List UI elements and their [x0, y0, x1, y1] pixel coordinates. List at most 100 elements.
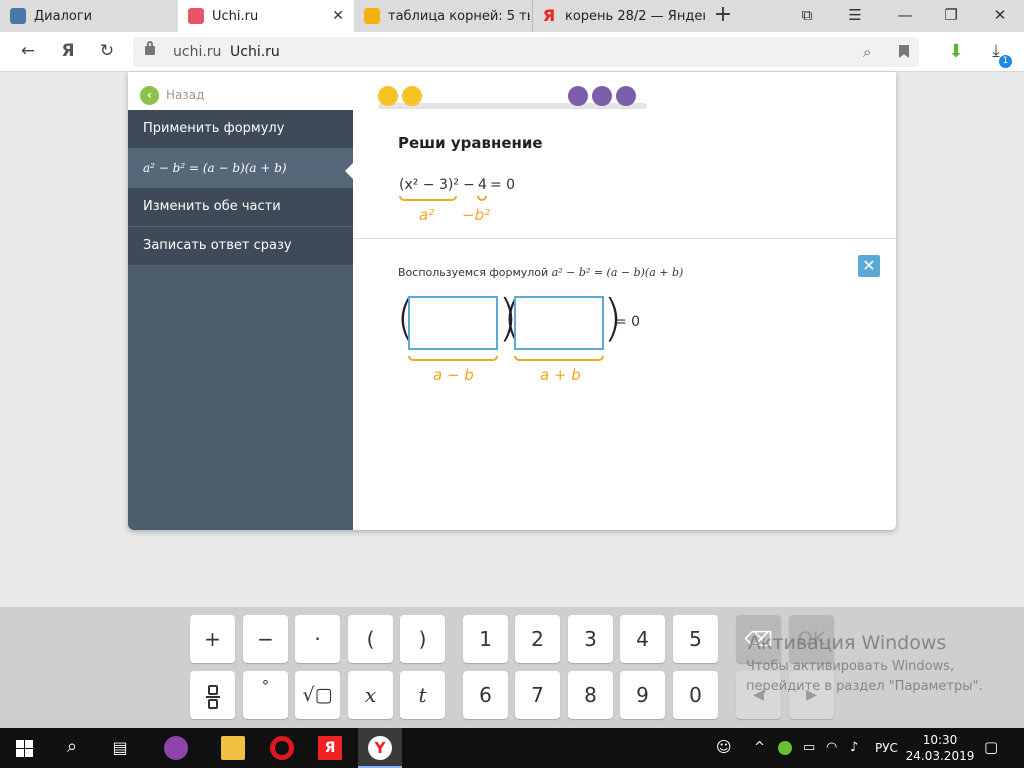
fraction-icon	[205, 684, 220, 710]
activation-line-3: перейдите в раздел "Параметры".	[746, 679, 983, 694]
search-icon[interactable]: ⌕	[863, 43, 871, 61]
notifications-icon[interactable]: ▢	[984, 738, 998, 756]
brace-a-squared	[399, 196, 457, 201]
label-minus-b-squared: −b²	[462, 206, 491, 224]
url-field[interactable]: uchi.ru Uchi.ru ⌕	[133, 37, 919, 67]
activation-watermark-title: Активация Windows	[748, 632, 947, 654]
menu-icon[interactable]: ☰	[845, 6, 865, 24]
image-icon	[364, 8, 380, 24]
divider	[353, 238, 896, 239]
label-a-squared: a²	[419, 206, 435, 224]
chevron-left-icon: ‹	[140, 86, 159, 105]
equation-minus: −	[463, 177, 475, 193]
brace-a-plus-b	[514, 356, 604, 361]
security-tray-icon[interactable]	[778, 741, 792, 755]
tab-dialogs[interactable]: Диалоги	[0, 0, 176, 32]
key-minus[interactable]: −	[243, 615, 288, 663]
address-bar: ← Я ↻ uchi.ru Uchi.ru ⌕ ⬇ ⤓ 1	[0, 32, 1024, 72]
wifi-icon[interactable]: ◠	[826, 740, 837, 755]
sidebar-item-label: a² − b² = (a − b)(a + b)	[143, 161, 287, 175]
sidebar-item-change-both-sides[interactable]: Изменить обе части	[128, 188, 353, 227]
tab-roots-table[interactable]: таблица корней: 5 тыс	[356, 0, 530, 32]
minimize-icon[interactable]: —	[895, 6, 915, 24]
tab-title: Диалоги	[34, 8, 93, 24]
lesson-card: ‹ Назад Применить формулу a² − b² = (a −…	[128, 72, 896, 530]
hint-text: Воспользуемся формулой a² − b² = (a − b)…	[398, 266, 683, 279]
reload-icon[interactable]: ↻	[96, 41, 118, 61]
key-sqrt[interactable]: √▢	[295, 671, 340, 719]
url-domain: uchi.ru	[173, 44, 222, 60]
system-clock[interactable]: 10:30 24.03.2019	[905, 732, 975, 764]
browser-tab-bar: Диалоги Uchi.ru ✕ таблица корней: 5 тыс …	[0, 0, 1024, 32]
sidebar-item-apply-formula[interactable]: Применить формулу	[128, 110, 353, 149]
volume-icon[interactable]: ♪	[850, 740, 858, 755]
key-multiply-dot[interactable]: ·	[295, 615, 340, 663]
equation-rest: = 0	[490, 177, 516, 193]
key-9[interactable]: 9	[620, 671, 665, 719]
key-close-paren[interactable]: )	[400, 615, 445, 663]
progress-dot-done	[378, 86, 398, 106]
task-title: Реши уравнение	[398, 134, 543, 152]
yandex-icon: Я	[542, 6, 556, 25]
yandex-logo-icon[interactable]: Я	[57, 41, 79, 61]
chevron-up-icon[interactable]: ^	[754, 740, 765, 755]
key-fraction[interactable]	[190, 671, 235, 719]
key-7[interactable]: 7	[515, 671, 560, 719]
sidebar-item-difference-of-squares[interactable]: a² − b² = (a − b)(a + b)	[128, 149, 353, 188]
answer-input-a-plus-b[interactable]	[514, 296, 604, 350]
key-t[interactable]: t	[400, 671, 445, 719]
back-link[interactable]: ‹ Назад	[128, 72, 353, 110]
answer-input-a-minus-b[interactable]	[408, 296, 498, 350]
hint-formula: a² − b² = (a − b)(a + b)	[551, 266, 684, 279]
close-tab-icon[interactable]: ✕	[332, 8, 344, 24]
tab-title: Uchi.ru	[212, 8, 259, 24]
chat-icon	[10, 8, 26, 24]
key-open-paren[interactable]: (	[348, 615, 393, 663]
search-icon[interactable]: ⌕	[60, 736, 84, 760]
close-window-icon[interactable]: ✕	[990, 6, 1010, 24]
windows-taskbar: ⌕ ▤ Я Y ☺ ^ ▭ ◠ ♪ РУС 10:30 24.03.2019 ▢	[0, 728, 1024, 768]
sidebar-item-write-answer[interactable]: Записать ответ сразу	[128, 227, 353, 266]
sidebar-item-label: Изменить обе части	[143, 199, 281, 214]
tab-uchi[interactable]: Uchi.ru ✕	[178, 0, 354, 32]
key-plus[interactable]: +	[190, 615, 235, 663]
key-4[interactable]: 4	[620, 615, 665, 663]
key-3[interactable]: 3	[568, 615, 613, 663]
close-hint-button[interactable]: ✕	[858, 255, 880, 277]
people-icon[interactable]: ☺	[716, 738, 732, 756]
key-2[interactable]: 2	[515, 615, 560, 663]
task-view-icon[interactable]: ▤	[108, 736, 132, 760]
key-8[interactable]: 8	[568, 671, 613, 719]
yandex-browser-taskbar-item[interactable]: Y	[358, 728, 402, 768]
download-count-badge: 1	[999, 55, 1012, 68]
key-degree[interactable]: °	[243, 671, 288, 719]
tab-yandex[interactable]: Я корень 28/2 — Яндекс	[532, 0, 706, 32]
brace-a-minus-b	[408, 356, 498, 361]
tabs-icon[interactable]: ⧉	[797, 6, 817, 24]
file-explorer-icon[interactable]	[221, 736, 245, 760]
extension-download-icon[interactable]: ⬇	[945, 41, 967, 62]
key-x[interactable]: x	[348, 671, 393, 719]
key-5[interactable]: 5	[673, 615, 718, 663]
clock-date: 24.03.2019	[905, 749, 975, 763]
opera-icon[interactable]	[270, 736, 294, 760]
microphone-icon[interactable]	[164, 736, 188, 760]
restore-icon[interactable]: ❐	[941, 6, 961, 24]
key-6[interactable]: 6	[463, 671, 508, 719]
answer-equals-zero: = 0	[615, 314, 641, 330]
key-0[interactable]: 0	[673, 671, 718, 719]
yandex-browser-alt-icon[interactable]: Я	[318, 736, 342, 760]
clock-time: 10:30	[922, 733, 958, 747]
tab-title: корень 28/2 — Яндекс	[565, 8, 705, 24]
bookmark-icon[interactable]	[899, 45, 909, 58]
language-indicator[interactable]: РУС	[875, 741, 898, 755]
brace-b-squared	[477, 196, 487, 201]
equation-part1: (x² − 3)²	[399, 177, 459, 193]
key-1[interactable]: 1	[463, 615, 508, 663]
back-label: Назад	[166, 88, 205, 102]
windows-start-icon[interactable]	[16, 740, 33, 757]
battery-icon[interactable]: ▭	[803, 740, 815, 755]
back-arrow-icon[interactable]: ←	[17, 41, 39, 61]
label-a-minus-b: a − b	[433, 366, 474, 384]
new-tab-button[interactable]: +	[713, 2, 733, 27]
